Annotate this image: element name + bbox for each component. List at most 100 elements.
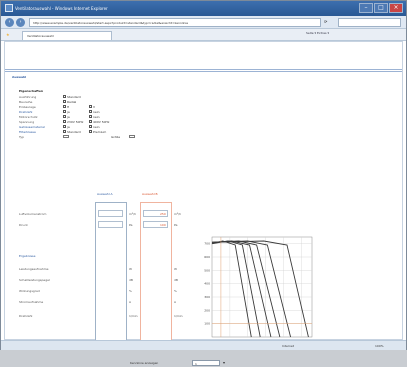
option[interactable]: 400V 50Hz (89, 120, 109, 124)
option[interactable]: nein (89, 125, 99, 129)
checkbox-icon[interactable] (63, 120, 66, 123)
unit-label: A (174, 300, 177, 304)
option[interactable]: nein (89, 110, 99, 114)
minimize-button[interactable]: – (359, 3, 373, 13)
option[interactable]: Premium (89, 130, 106, 134)
tab-strip: ★ Ventilatorauswahl Seite ▾ Extras ▾ (1, 29, 406, 41)
favorites-star-icon[interactable]: ★ (6, 32, 10, 37)
checkbox-icon[interactable] (63, 105, 66, 108)
option-label: 400V 50Hz (93, 120, 110, 124)
type-label: Typ (19, 135, 25, 139)
property-label: Drehzahl (19, 110, 33, 114)
field-input-a[interactable] (98, 210, 123, 217)
y-tick-label: 700 (204, 242, 210, 246)
checkbox-icon[interactable] (89, 120, 92, 123)
checkbox-icon[interactable] (89, 130, 92, 133)
checkbox-icon[interactable] (89, 110, 92, 113)
checkbox-icon[interactable] (89, 105, 92, 108)
option-label: Radial (67, 100, 77, 104)
checkbox-icon[interactable] (63, 130, 66, 133)
close-button[interactable]: × (389, 3, 403, 13)
field-value-b: 250 (160, 212, 166, 216)
y-tick-label: 500 (204, 268, 210, 272)
unit-label: % (129, 289, 132, 293)
unit-label: Pa (174, 223, 178, 227)
property-label: Baureihe (19, 100, 33, 104)
y-tick-label: 600 (204, 255, 210, 259)
checkbox-icon[interactable] (63, 115, 66, 118)
option-label: 230V 50Hz (67, 120, 84, 124)
section-title: Eigenschaften (19, 89, 44, 93)
page-title: Auswahl (12, 75, 27, 79)
chevron-down-icon[interactable]: ▾ (223, 360, 225, 365)
forward-icon[interactable]: › (16, 18, 25, 27)
back-icon[interactable]: ‹ (5, 18, 14, 27)
unit-label: W (174, 267, 177, 271)
option[interactable]: 230V 50Hz (63, 120, 83, 124)
tab-ventilatorauswahl[interactable]: Ventilatorauswahl (22, 31, 112, 40)
checkbox-icon[interactable] (89, 115, 92, 118)
checkbox-icon[interactable] (63, 125, 66, 128)
y-tick-label: 100 (204, 322, 210, 326)
address-input[interactable]: http://www.example.de/ventilatorauswahl/… (29, 18, 321, 27)
fan-curve-line (211, 240, 309, 338)
unit-label: m³/h (174, 212, 182, 216)
chart-control: Kennlinie anzeigen 1 ▾ (130, 360, 240, 367)
option[interactable]: ja (63, 110, 70, 114)
search-input[interactable] (338, 18, 401, 27)
selection-form: Auswahl A Auswahl B Luftvolumenstrom m³/… (19, 192, 183, 352)
command-bar[interactable]: Seite ▾ Extras ▾ (306, 31, 404, 39)
unit-label: Pa (129, 223, 133, 227)
curve-select[interactable]: 1 (192, 360, 220, 366)
property-label: Spannung (19, 120, 35, 124)
divider (5, 69, 402, 70)
address-bar: ‹ › http://www.example.de/ventilatorausw… (1, 16, 406, 29)
fan-curve-line (211, 240, 261, 338)
result-label: Schallleistungspegel (19, 278, 50, 282)
option-label: V (93, 105, 96, 109)
refresh-icon[interactable]: ⟳ (324, 19, 327, 24)
option[interactable]: nein (89, 115, 99, 119)
option[interactable]: ja (63, 125, 70, 129)
checkbox-icon[interactable] (63, 100, 66, 103)
checkbox-icon[interactable] (89, 125, 92, 128)
property-row: Typ Größe (19, 135, 229, 142)
property-label: Motorschutz (19, 115, 38, 119)
window-title: Ventilatorauswahl - Windows Internet Exp… (15, 6, 108, 11)
dropdown-icon[interactable] (63, 135, 69, 138)
field-label: Luftvolumenstrom (19, 212, 47, 216)
field-input-a[interactable] (98, 221, 123, 228)
size-select[interactable] (129, 135, 135, 139)
control-label: Kennlinie anzeigen (130, 361, 159, 365)
option[interactable]: V (89, 105, 95, 109)
result-label: Wirkungsgrad (19, 289, 40, 293)
unit-label: W (129, 267, 132, 271)
option[interactable]: Radial (63, 100, 76, 104)
maximize-button[interactable]: □ (374, 3, 388, 13)
unit-label: m³/h (129, 212, 137, 216)
option[interactable]: ja (63, 115, 70, 119)
option-label: ja (67, 110, 70, 114)
dropdown-icon[interactable] (129, 135, 135, 138)
result-label: Leistungsaufnahme (19, 267, 49, 271)
option-label: nein (93, 115, 100, 119)
security-zone: Internet (282, 344, 294, 348)
property-label: Gehäusematerial (19, 125, 45, 129)
curve-select-value: 1 (195, 362, 197, 366)
option-label: nein (93, 110, 100, 114)
y-tick-label: 200 (204, 308, 210, 312)
checkbox-icon[interactable] (63, 95, 66, 98)
zoom-level[interactable]: 100% (375, 344, 384, 348)
option[interactable]: H (63, 105, 69, 109)
y-tick-label: 400 (204, 282, 210, 286)
option[interactable]: Standard (63, 95, 81, 99)
checkbox-icon[interactable] (63, 110, 66, 113)
fan-curve-chart: 7006005004003002001005001000150020002500 (204, 236, 313, 343)
option[interactable]: Standard (63, 130, 81, 134)
section-title: Ergebnisse (19, 254, 36, 258)
unit-label: % (174, 289, 177, 293)
property-label: Filterklasse (19, 130, 36, 134)
fan-curve-line (211, 240, 252, 338)
column-header-b: Auswahl B (142, 192, 158, 196)
type-select[interactable] (63, 135, 69, 139)
